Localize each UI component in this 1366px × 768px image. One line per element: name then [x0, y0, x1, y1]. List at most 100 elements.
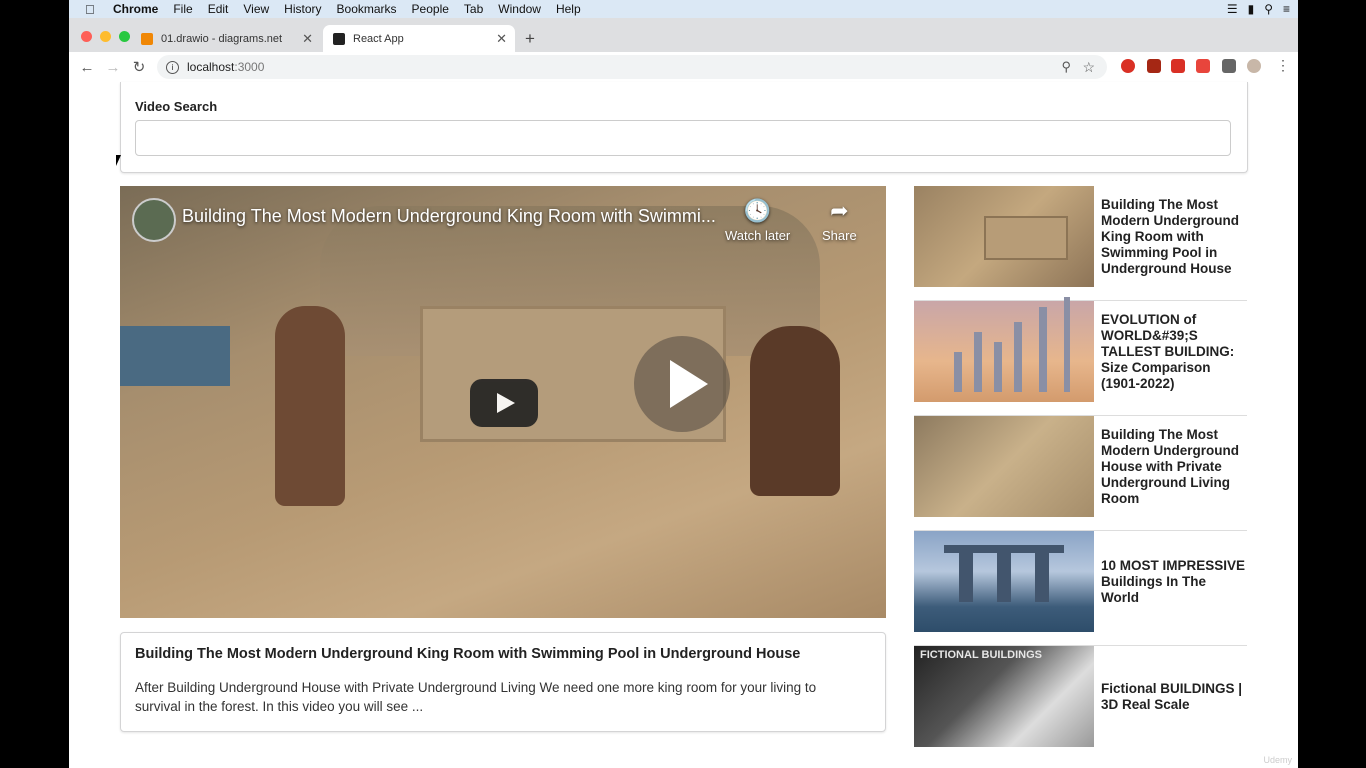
video-thumbnail[interactable]	[914, 297, 1094, 402]
battery-icon[interactable]: ▮	[1248, 2, 1255, 16]
video-list-item[interactable]: Building The Most Modern Underground Kin…	[914, 186, 1247, 301]
thumb-tower-shape	[1064, 297, 1070, 392]
share-label: Share	[822, 228, 857, 243]
thumb-bed-shape	[984, 216, 1068, 260]
video-thumbnail[interactable]: FICTIONAL BUILDINGS	[914, 646, 1094, 747]
bookmark-star-icon[interactable]: ☆	[1082, 59, 1095, 76]
thumb-tower-shape	[1014, 322, 1022, 392]
extension-icon[interactable]	[1196, 59, 1210, 73]
close-tab-icon[interactable]: ✕	[496, 31, 507, 47]
video-list-item[interactable]: 10 MOST IMPRESSIVE Buildings In The Worl…	[914, 531, 1247, 646]
thumb-tower-shape	[997, 552, 1011, 602]
share-button[interactable]: ➦ Share	[822, 198, 857, 243]
video-list-title[interactable]: Fictional BUILDINGS | 3D Real Scale	[1101, 646, 1247, 747]
menu-window[interactable]: Window	[498, 2, 541, 16]
video-thumbnail[interactable]	[914, 531, 1094, 632]
menu-history[interactable]: History	[284, 2, 321, 16]
player-title[interactable]: Building The Most Modern Underground Kin…	[182, 206, 716, 227]
search-label: Video Search	[135, 99, 218, 114]
video-list-item[interactable]: EVOLUTION of WORLD&#39;S TALLEST BUILDIN…	[914, 297, 1247, 416]
extension-icon[interactable]	[1147, 59, 1161, 73]
tab-label: 01.drawio - diagrams.net	[161, 32, 283, 45]
video-list-item[interactable]: FICTIONAL BUILDINGS Fictional BUILDINGS …	[914, 646, 1247, 760]
clock-icon: 🕓	[743, 198, 772, 223]
channel-avatar[interactable]	[132, 198, 176, 242]
menu-bookmarks[interactable]: Bookmarks	[337, 2, 397, 16]
new-tab-icon[interactable]: +	[525, 29, 535, 49]
video-frame-figure	[275, 306, 345, 506]
menu-file[interactable]: File	[173, 2, 192, 16]
page-content: Video Search Building The Most Modern Un…	[69, 82, 1298, 768]
video-list-title[interactable]: Building The Most Modern Underground Kin…	[1101, 186, 1247, 287]
tab-react-app[interactable]: React App ✕	[323, 25, 515, 52]
notification-icon[interactable]: ≡	[1283, 2, 1290, 16]
thumb-tower-shape	[974, 332, 982, 392]
thumb-tower-shape	[959, 552, 973, 602]
forward-icon[interactable]: →	[103, 59, 123, 76]
thumb-tower-shape	[954, 352, 962, 392]
video-detail: Building The Most Modern Underground Kin…	[120, 632, 886, 732]
address-host: localhost	[187, 60, 235, 74]
react-favicon-icon	[333, 32, 345, 45]
menu-view[interactable]: View	[243, 2, 269, 16]
video-list-title[interactable]: Building The Most Modern Underground Hou…	[1101, 416, 1247, 517]
watch-later-button[interactable]: 🕓 Watch later	[725, 198, 790, 243]
video-frame-pool	[120, 326, 230, 386]
thumb-caption: FICTIONAL BUILDINGS	[920, 649, 1043, 661]
site-info-icon[interactable]: i	[166, 60, 179, 74]
reload-icon[interactable]: ↻	[129, 58, 149, 76]
video-list-item[interactable]: Building The Most Modern Underground Hou…	[914, 416, 1247, 531]
address-bar[interactable]: i localhost:3000 ⚲ ☆	[157, 55, 1107, 79]
back-icon[interactable]: ←	[77, 59, 97, 76]
play-overlay-icon[interactable]	[634, 336, 730, 432]
thumb-tower-shape	[1035, 552, 1049, 602]
youtube-play-button[interactable]	[470, 379, 538, 427]
thumb-tower-shape	[994, 342, 1002, 392]
window-controls	[81, 31, 130, 42]
search-input[interactable]	[135, 120, 1231, 156]
wifi-icon[interactable]: ☰	[1227, 2, 1238, 16]
browser-toolbar: ← → ↻ i localhost:3000 ⚲ ☆ ⋮	[69, 52, 1298, 83]
menu-tab[interactable]: Tab	[464, 2, 483, 16]
extension-icon[interactable]	[1171, 59, 1185, 73]
video-detail-title: Building The Most Modern Underground Kin…	[135, 646, 801, 662]
tab-strip: 01.drawio - diagrams.net ✕ React App ✕ +	[69, 18, 1298, 52]
puzzle-icon[interactable]	[1222, 59, 1236, 73]
extension-icon[interactable]	[1121, 59, 1135, 73]
video-list-title[interactable]: EVOLUTION of WORLD&#39;S TALLEST BUILDIN…	[1101, 301, 1247, 402]
watch-later-label: Watch later	[725, 228, 791, 243]
search-bar-segment: Video Search	[120, 82, 1248, 173]
address-port: :3000	[234, 60, 265, 74]
video-list-title[interactable]: 10 MOST IMPRESSIVE Buildings In The Worl…	[1101, 531, 1247, 632]
close-window-icon[interactable]	[81, 31, 92, 42]
status-icons: ☰ ▮ ⚲ ≡	[1227, 0, 1290, 18]
video-thumbnail[interactable]	[914, 186, 1094, 287]
menu-items: Chrome File Edit View History Bookmarks …	[113, 2, 596, 16]
tab-label: React App	[353, 32, 404, 45]
menu-people[interactable]: People	[412, 2, 449, 16]
menu-help[interactable]: Help	[556, 2, 581, 16]
video-player[interactable]: Building The Most Modern Underground Kin…	[120, 186, 886, 618]
video-list: Building The Most Modern Underground Kin…	[914, 186, 1247, 760]
watermark-logo: Udemy	[1263, 755, 1292, 765]
drawio-favicon-icon	[141, 32, 153, 45]
spotlight-icon[interactable]: ⚲	[1264, 2, 1273, 16]
menu-edit[interactable]: Edit	[208, 2, 229, 16]
thumb-tower-shape	[1039, 307, 1047, 392]
menu-app[interactable]: Chrome	[113, 2, 158, 16]
minimize-window-icon[interactable]	[100, 31, 111, 42]
browser-window:  Chrome File Edit View History Bookmark…	[69, 0, 1298, 768]
mouse-cursor-icon	[116, 155, 121, 166]
avatar[interactable]	[1247, 59, 1261, 73]
mac-menu-bar:  Chrome File Edit View History Bookmark…	[69, 0, 1298, 18]
video-frame-figure	[750, 326, 840, 496]
video-thumbnail[interactable]	[914, 416, 1094, 517]
zoom-icon[interactable]: ⚲	[1061, 59, 1071, 75]
apple-icon[interactable]: 	[85, 2, 99, 17]
share-icon: ➦	[830, 198, 849, 223]
video-detail-description: After Building Underground House with Pr…	[135, 680, 817, 714]
close-tab-icon[interactable]: ✕	[302, 31, 313, 47]
zoom-window-icon[interactable]	[119, 31, 130, 42]
tab-drawio[interactable]: 01.drawio - diagrams.net ✕	[131, 25, 321, 52]
more-menu-icon[interactable]: ⋮	[1276, 57, 1290, 74]
